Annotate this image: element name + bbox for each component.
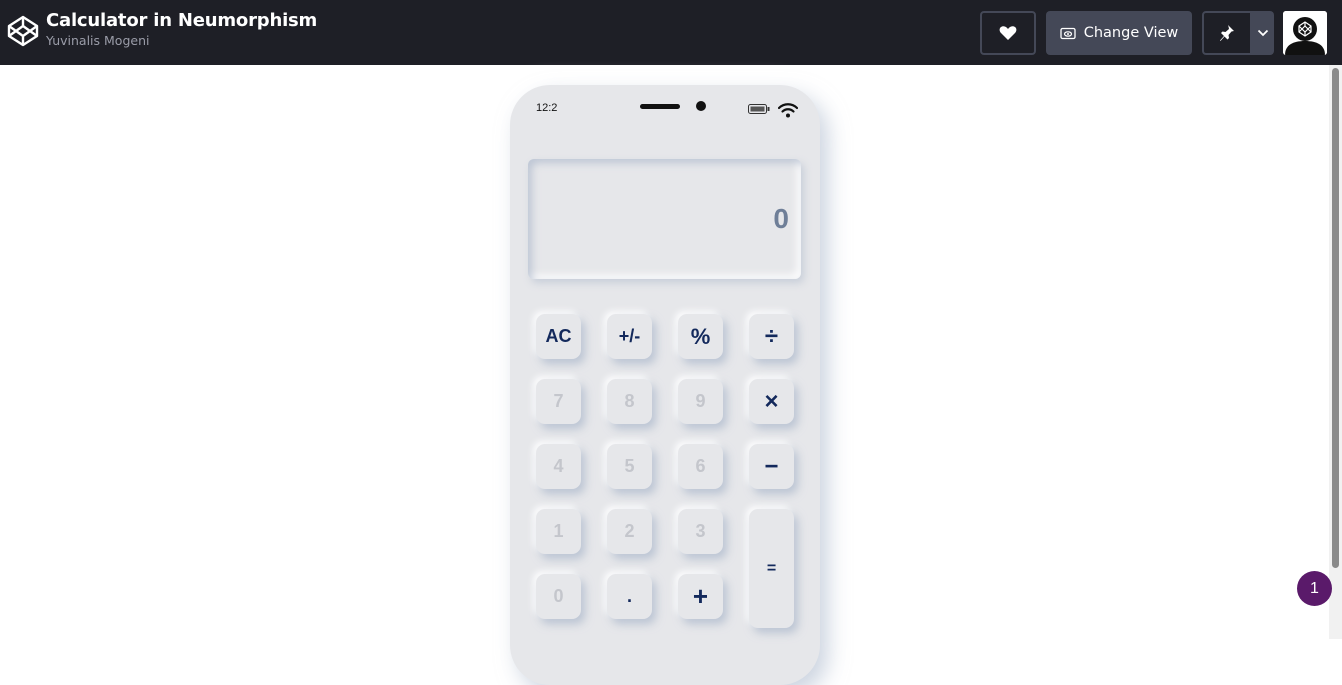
plus-minus-button[interactable]: +/- — [607, 314, 652, 359]
page-title: Calculator in Neumorphism — [46, 10, 318, 31]
divide-button[interactable]: ÷ — [749, 314, 794, 359]
key-9[interactable]: 9 — [678, 379, 723, 424]
status-time: 12:2 — [536, 102, 558, 114]
equals-button[interactable]: = — [749, 509, 794, 628]
eye-icon — [1060, 27, 1076, 39]
key-1[interactable]: 1 — [536, 509, 581, 554]
speaker-notch — [640, 104, 680, 109]
author-link[interactable]: Yuvinalis Mogeni — [46, 33, 317, 49]
heart-icon — [999, 26, 1017, 40]
like-button[interactable] — [980, 11, 1036, 55]
display-value: 0 — [773, 203, 789, 234]
key-3[interactable]: 3 — [678, 509, 723, 554]
camera-dot — [696, 101, 706, 111]
change-view-label: Change View — [1083, 25, 1179, 41]
pin-dropdown-button[interactable] — [1252, 11, 1274, 55]
minus-button[interactable]: − — [749, 444, 794, 489]
wifi-icon — [778, 103, 798, 118]
key-8[interactable]: 8 — [607, 379, 652, 424]
chevron-down-icon — [1257, 29, 1269, 37]
battery-icon — [748, 104, 770, 114]
key-5[interactable]: 5 — [607, 444, 652, 489]
key-7[interactable]: 7 — [536, 379, 581, 424]
key-0[interactable]: 0 — [536, 574, 581, 619]
top-bar: Calculator in Neumorphism Yuvinalis Moge… — [0, 0, 1342, 65]
decimal-button[interactable]: . — [607, 574, 652, 619]
pin-button[interactable] — [1202, 11, 1252, 55]
avatar[interactable] — [1283, 11, 1327, 55]
key-2[interactable]: 2 — [607, 509, 652, 554]
multiply-button[interactable]: × — [749, 379, 794, 424]
change-view-button[interactable]: Change View — [1046, 11, 1192, 55]
notification-badge[interactable]: 1 — [1297, 571, 1332, 606]
phone-frame: 12:2 0 AC +/- % ÷ 7 8 9 × 4 5 6 − 1 2 3 … — [510, 85, 820, 685]
avatar-image — [1283, 11, 1327, 55]
pin-icon — [1220, 25, 1234, 41]
clear-button[interactable]: AC — [536, 314, 581, 359]
calculator-display: 0 — [528, 159, 801, 279]
plus-button[interactable]: + — [678, 574, 723, 619]
key-4[interactable]: 4 — [536, 444, 581, 489]
scrollbar-thumb[interactable] — [1332, 68, 1339, 568]
codepen-logo-icon[interactable] — [7, 15, 39, 47]
percent-button[interactable]: % — [678, 314, 723, 359]
key-6[interactable]: 6 — [678, 444, 723, 489]
